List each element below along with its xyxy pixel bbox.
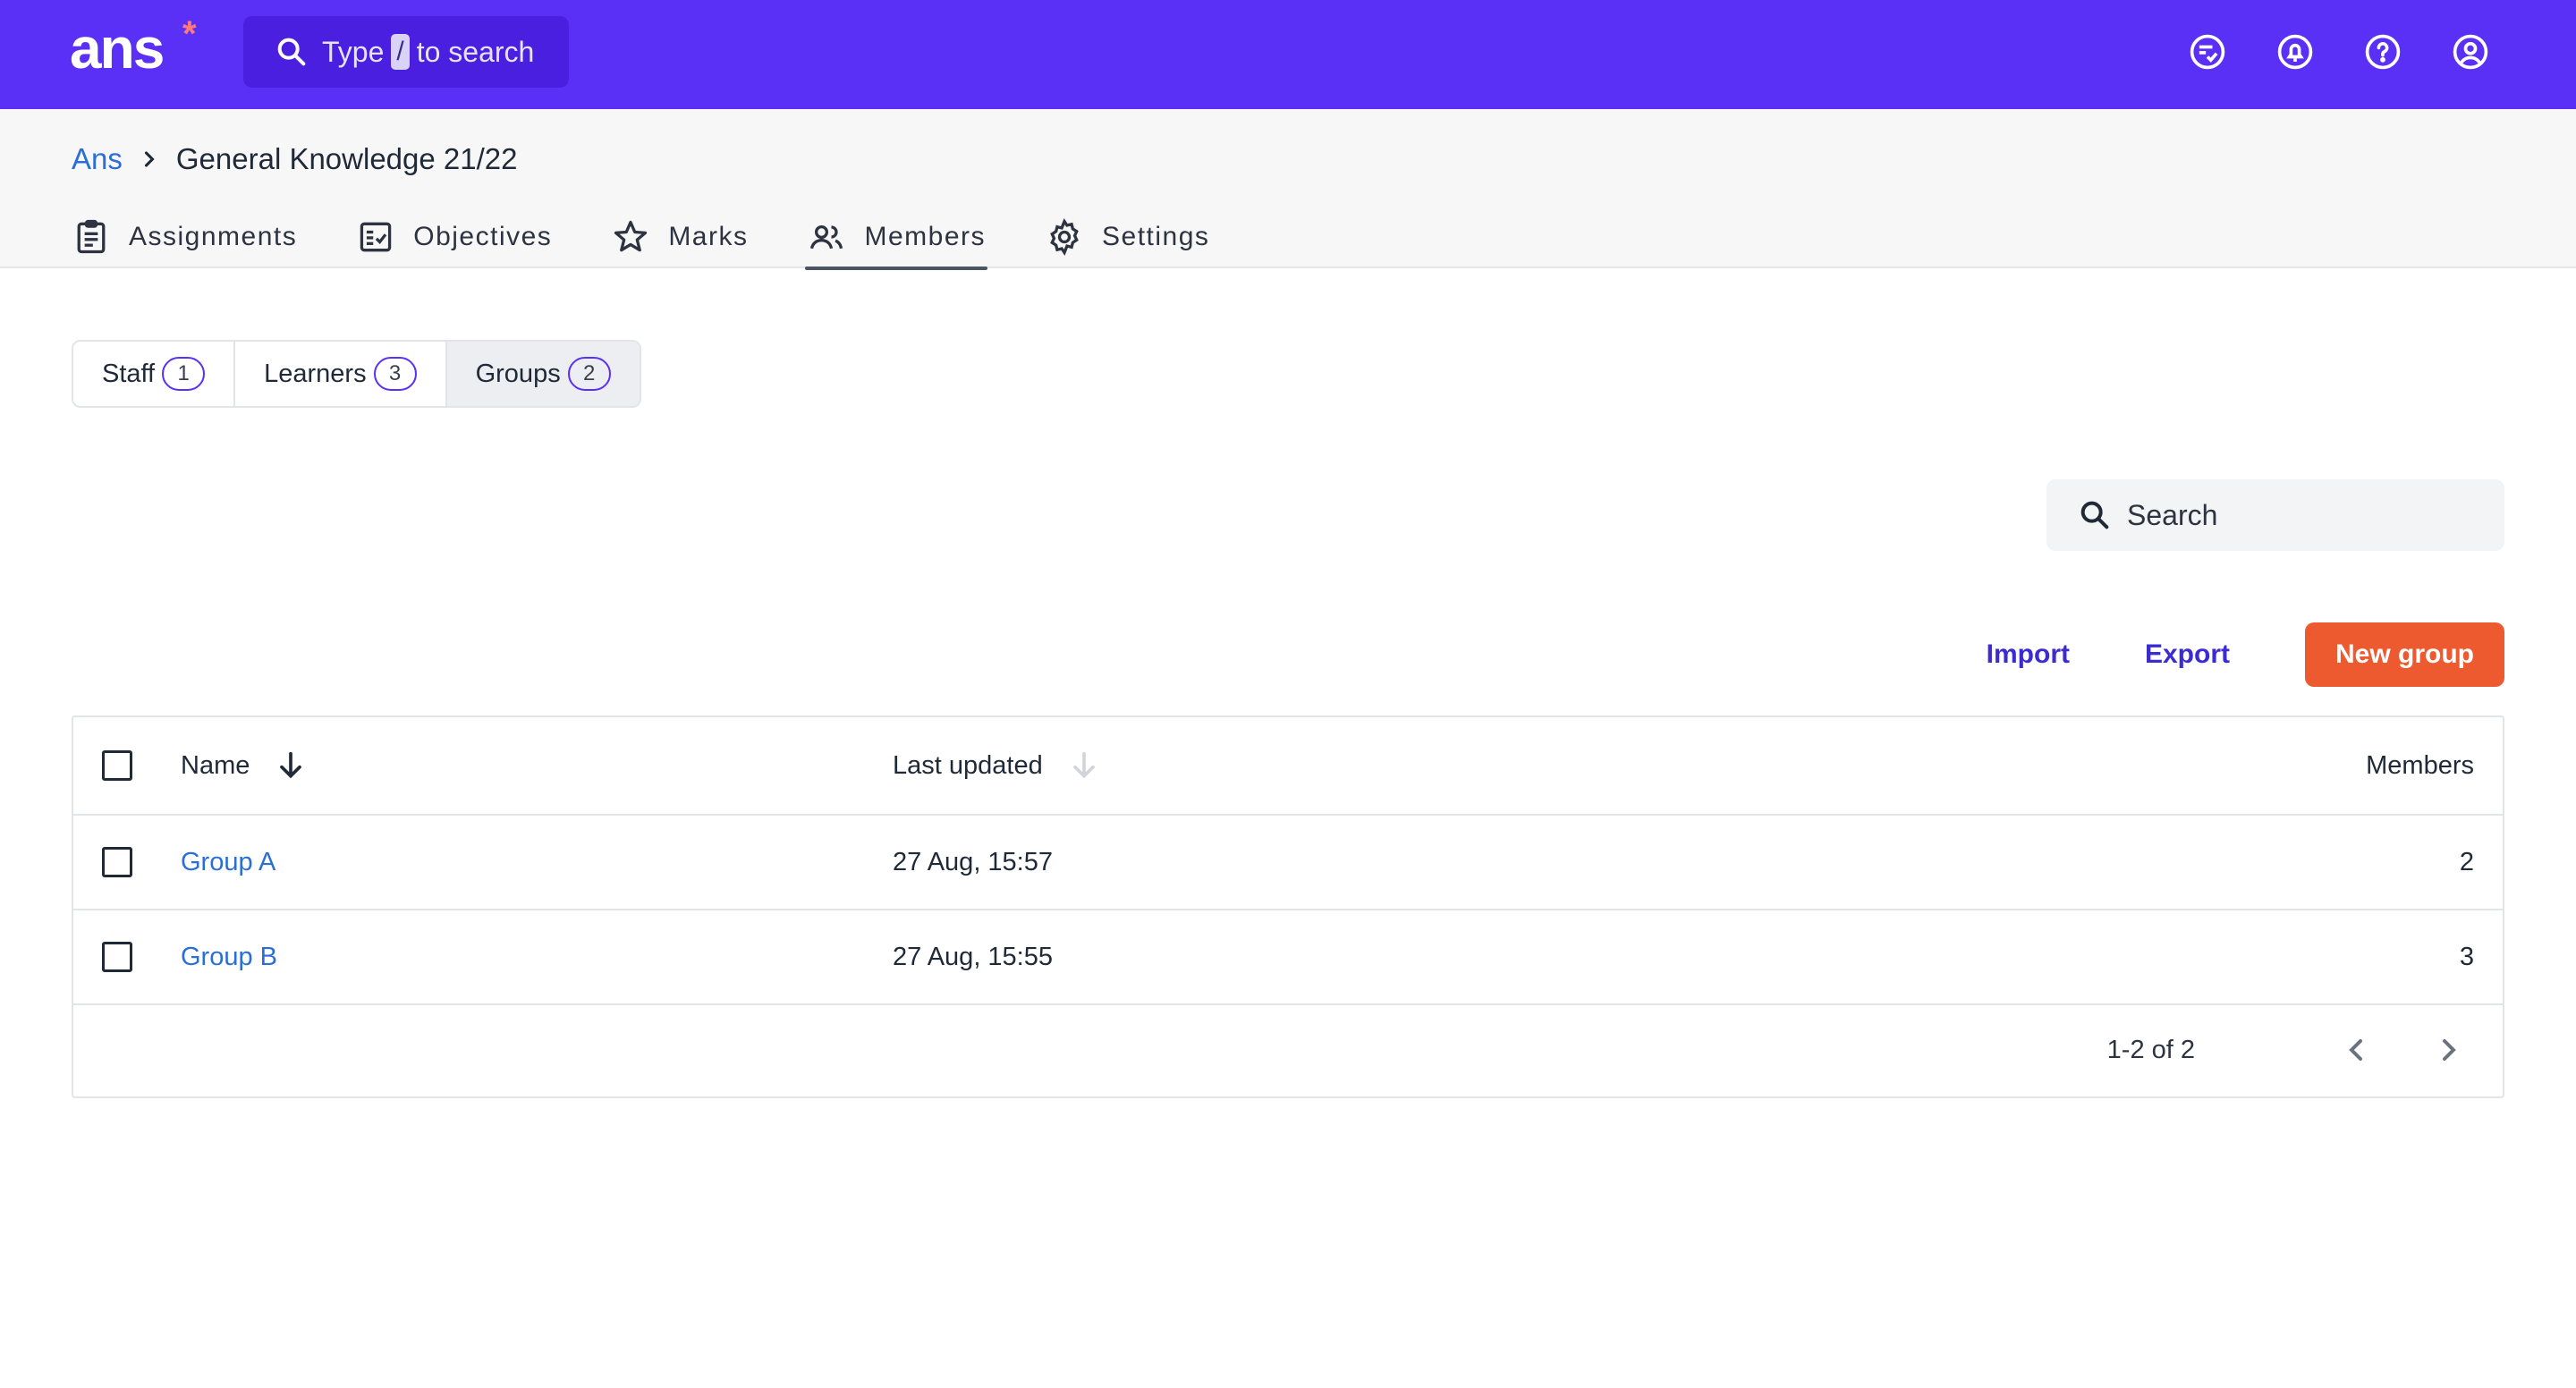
tab-marks-label: Marks — [668, 222, 749, 251]
column-name[interactable]: Name — [181, 748, 309, 783]
segment-learners-count: 3 — [373, 357, 417, 391]
tab-marks[interactable]: Marks — [611, 206, 748, 268]
help-icon[interactable] — [2363, 32, 2402, 72]
search-icon — [2080, 501, 2109, 529]
segment-staff-label: Staff — [102, 359, 156, 388]
previous-page-button[interactable] — [2338, 1032, 2374, 1068]
tab-members-label: Members — [864, 222, 987, 251]
gear-icon — [1050, 218, 1079, 256]
breadcrumb-root-link[interactable]: Ans — [72, 140, 123, 179]
global-search-suffix: to search — [416, 35, 535, 68]
segment-groups-label: Groups — [475, 359, 561, 388]
group-name-link[interactable]: Group B — [181, 943, 277, 972]
column-last-updated-label: Last updated — [893, 750, 1043, 780]
arrow-down-icon — [1072, 751, 1095, 779]
segment-learners-label: Learners — [264, 359, 367, 388]
members-segment-tabs: Staff 1 Learners 3 Groups 2 — [72, 340, 641, 408]
group-last-updated: 27 Aug, 15:55 — [893, 942, 1053, 971]
tab-settings-label: Settings — [1102, 222, 1210, 251]
logo-star-mark: * — [182, 14, 197, 54]
course-header: Ans General Knowledge 21/22 Assignments … — [0, 109, 2576, 270]
chevron-right-icon — [144, 151, 155, 167]
segment-staff[interactable]: Staff 1 — [73, 342, 236, 406]
group-name-link[interactable]: Group A — [181, 848, 275, 877]
segment-staff-count: 1 — [162, 357, 206, 391]
comments-check-icon[interactable] — [2188, 32, 2227, 72]
group-members-count: 2 — [2459, 847, 2474, 876]
people-icon — [810, 224, 843, 250]
select-all-checkbox[interactable] — [102, 750, 132, 781]
arrow-down-icon — [280, 751, 302, 779]
table-actions: Import Export New group — [1987, 622, 2504, 687]
global-search-prefix: Type — [322, 35, 385, 68]
pagination-range: 1-2 of 2 — [2106, 1035, 2195, 1064]
table-row: Group B 27 Aug, 15:55 3 — [73, 910, 2503, 1005]
breadcrumb-current: General Knowledge 21/22 — [175, 142, 518, 175]
pagination: 1-2 of 2 — [73, 1003, 2503, 1096]
row-checkbox[interactable] — [102, 942, 132, 972]
shortcut-key: / — [391, 34, 410, 70]
segment-learners[interactable]: Learners 3 — [235, 342, 447, 406]
table-header-row: Name Last updated Members — [73, 717, 2503, 816]
search-icon — [277, 38, 306, 66]
segment-groups[interactable]: Groups 2 — [446, 342, 640, 406]
table-row: Group A 27 Aug, 15:57 2 — [73, 816, 2503, 910]
top-icons — [2188, 32, 2490, 72]
breadcrumb: Ans General Knowledge 21/22 — [72, 140, 518, 179]
tab-assignments-label: Assignments — [129, 222, 298, 251]
star-icon — [614, 220, 648, 252]
ans-logo[interactable]: ans — [70, 13, 165, 84]
export-button[interactable]: Export — [2145, 639, 2230, 670]
notifications-bell-icon[interactable] — [2275, 32, 2315, 72]
groups-table: Name Last updated Members Group A 27 Aug… — [72, 715, 2504, 1098]
group-last-updated: 27 Aug, 15:57 — [893, 847, 1053, 876]
import-button[interactable]: Import — [1987, 639, 2070, 670]
column-last-updated[interactable]: Last updated — [893, 748, 1102, 783]
tab-objectives[interactable]: Objectives — [356, 206, 552, 268]
next-page-button[interactable] — [2431, 1032, 2467, 1068]
course-nav-tabs: Assignments Objectives Marks Members Set… — [72, 206, 1268, 270]
top-bar: ans * Type / to search — [0, 0, 2576, 109]
checklist-icon — [360, 222, 392, 252]
account-icon[interactable] — [2451, 32, 2490, 72]
new-group-button[interactable]: New group — [2305, 622, 2504, 687]
chevron-right-icon — [2443, 1039, 2456, 1061]
clipboard-icon — [77, 219, 106, 254]
tab-members[interactable]: Members — [805, 206, 987, 270]
groups-search[interactable] — [2046, 479, 2504, 551]
chevron-left-icon — [2349, 1039, 2362, 1061]
segment-groups-count: 2 — [567, 357, 611, 391]
search-input[interactable] — [2127, 498, 2485, 532]
tab-assignments[interactable]: Assignments — [72, 206, 297, 268]
column-members: Members — [2366, 750, 2474, 780]
column-name-label: Name — [181, 750, 250, 780]
tab-settings[interactable]: Settings — [1045, 206, 1209, 268]
row-checkbox[interactable] — [102, 847, 132, 877]
global-search-button[interactable]: Type / to search — [243, 16, 569, 88]
tab-objectives-label: Objectives — [413, 222, 553, 251]
group-members-count: 3 — [2459, 942, 2474, 971]
